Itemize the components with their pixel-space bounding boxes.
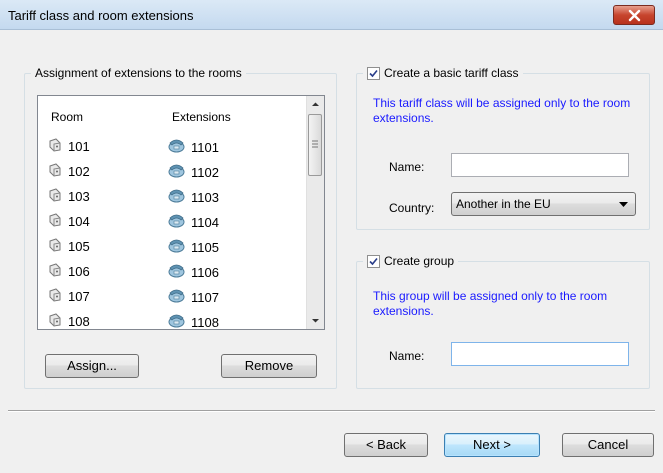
chevron-down-icon <box>312 319 319 323</box>
phone-icon <box>168 238 185 256</box>
room-cell: 102 <box>48 163 90 180</box>
room-icon <box>48 288 62 305</box>
group-name-label: Name: <box>389 349 425 363</box>
country-select[interactable]: Another in the EU <box>451 192 636 216</box>
scroll-up-arrow[interactable] <box>307 96 324 113</box>
list-item[interactable]: 102 1102 <box>38 159 310 184</box>
list-item[interactable]: 103 1103 <box>38 184 310 209</box>
extension-cell: 1105 <box>168 238 219 256</box>
room-cell: 104 <box>48 213 90 230</box>
list-scrollbar[interactable] <box>306 96 324 329</box>
phone-icon <box>168 138 185 156</box>
list-item[interactable]: 106 1106 <box>38 259 310 284</box>
room-icon <box>48 163 62 180</box>
create-tariff-label: Create a basic tariff class <box>384 66 519 80</box>
extension-cell: 1106 <box>168 263 219 281</box>
room-number: 103 <box>68 189 90 204</box>
phone-icon <box>168 288 185 306</box>
checkmark-icon <box>369 69 378 77</box>
room-cell: 107 <box>48 288 90 305</box>
country-label: Country: <box>389 201 435 215</box>
extensions-list[interactable]: Room Extensions 101 1101 102 1102 103 1103 104… <box>37 95 325 330</box>
list-item[interactable]: 107 1107 <box>38 284 310 309</box>
chevron-up-icon <box>312 102 319 106</box>
list-item[interactable]: 105 1105 <box>38 234 310 259</box>
extension-number: 1103 <box>191 189 219 205</box>
list-item[interactable]: 101 1101 <box>38 134 310 159</box>
room-number: 107 <box>68 289 90 304</box>
room-number: 105 <box>68 239 90 254</box>
room-cell: 101 <box>48 138 90 155</box>
room-icon <box>48 138 62 155</box>
extension-cell: 1107 <box>168 288 219 306</box>
room-cell: 105 <box>48 238 90 255</box>
extension-number: 1101 <box>191 139 219 155</box>
next-button[interactable]: Next > <box>444 433 540 457</box>
tariff-info-text: This tariff class will be assigned only … <box>373 96 631 125</box>
title-bar: Tariff class and room extensions <box>0 0 663 30</box>
assign-button[interactable]: Assign... <box>45 354 139 378</box>
assignment-legend: Assignment of extensions to the rooms <box>31 66 246 80</box>
group-info-text: This group will be assigned only to the … <box>373 289 608 318</box>
extension-number: 1107 <box>191 289 219 305</box>
phone-icon <box>168 163 185 181</box>
extension-cell: 1101 <box>168 138 219 156</box>
tariff-name-field[interactable] <box>451 153 629 177</box>
phone-icon <box>168 313 185 329</box>
room-number: 106 <box>68 264 90 279</box>
room-cell: 106 <box>48 263 90 280</box>
tariff-checkbox-row[interactable]: Create a basic tariff class <box>363 66 523 80</box>
extension-cell: 1104 <box>168 213 219 231</box>
group-name-field[interactable] <box>451 342 629 366</box>
extension-number: 1106 <box>191 264 219 280</box>
room-number: 101 <box>68 139 90 154</box>
chevron-down-icon <box>619 202 628 207</box>
room-icon <box>48 238 62 255</box>
extension-number: 1102 <box>191 164 219 180</box>
room-icon <box>48 188 62 205</box>
country-value: Another in the EU <box>456 197 551 211</box>
window-title: Tariff class and room extensions <box>8 8 194 23</box>
footer-separator <box>8 410 655 412</box>
room-icon <box>48 213 62 230</box>
column-header-room: Room <box>51 110 84 124</box>
room-number: 102 <box>68 164 90 179</box>
checkmark-icon <box>369 257 378 265</box>
phone-icon <box>168 188 185 206</box>
phone-icon <box>168 213 185 231</box>
extension-number: 1104 <box>191 214 219 230</box>
extension-number: 1105 <box>191 239 219 255</box>
group-checkbox-row[interactable]: Create group <box>363 254 459 268</box>
room-cell: 103 <box>48 188 90 205</box>
tariff-name-label: Name: <box>389 160 425 174</box>
create-group-label: Create group <box>384 254 455 268</box>
room-icon <box>48 313 62 329</box>
close-icon <box>628 9 641 22</box>
tariff-class-group: Create a basic tariff class This tariff … <box>356 66 650 230</box>
room-icon <box>48 263 62 280</box>
room-cell: 108 <box>48 313 90 329</box>
extension-number: 1108 <box>191 314 219 330</box>
extension-cell: 1102 <box>168 163 219 181</box>
create-group-checkbox[interactable] <box>367 254 380 268</box>
create-tariff-checkbox[interactable] <box>367 66 380 80</box>
list-item[interactable]: 108 1108 <box>38 309 310 330</box>
list-item[interactable]: 104 1104 <box>38 209 310 234</box>
close-button[interactable] <box>613 5 655 25</box>
scroll-down-arrow[interactable] <box>307 312 324 329</box>
phone-icon <box>168 263 185 281</box>
scroll-thumb[interactable] <box>308 114 322 176</box>
room-number: 104 <box>68 214 90 229</box>
extension-cell: 1103 <box>168 188 219 206</box>
assignment-group: Assignment of extensions to the rooms Ro… <box>24 66 337 389</box>
extension-cell: 1108 <box>168 313 219 330</box>
column-header-extensions: Extensions <box>172 110 231 124</box>
grip-icon <box>312 140 318 148</box>
create-group-group: Create group This group will be assigned… <box>356 254 650 389</box>
room-number: 108 <box>68 314 90 329</box>
cancel-button[interactable]: Cancel <box>562 433 654 457</box>
remove-button[interactable]: Remove <box>221 354 317 378</box>
back-button[interactable]: < Back <box>344 433 428 457</box>
